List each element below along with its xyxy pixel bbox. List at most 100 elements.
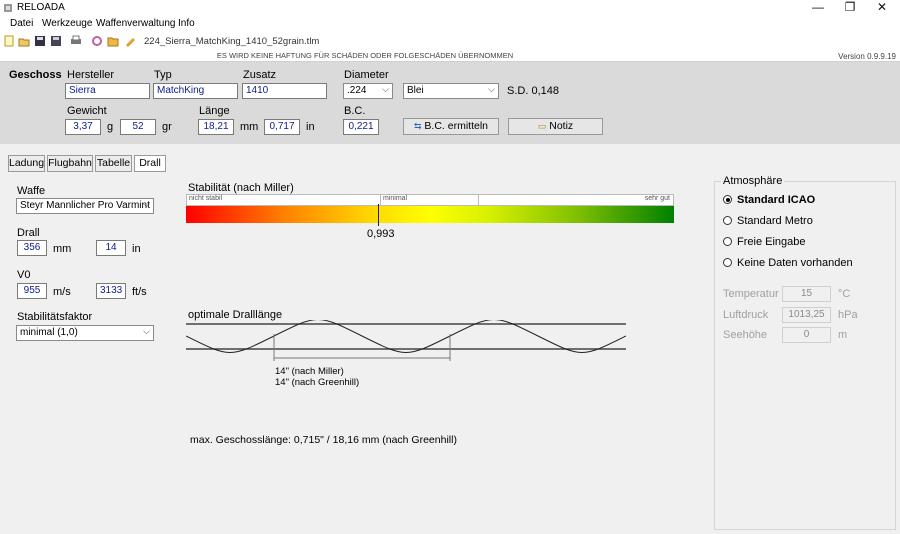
chevron-down-icon: ⌵ — [382, 84, 389, 94]
temperature-unit: °C — [838, 288, 851, 300]
option-standard-metro[interactable]: Standard Metro — [737, 215, 813, 227]
type-field[interactable]: MatchKing — [153, 83, 238, 99]
stability-factor-label: Stabilitätsfaktor — [17, 311, 93, 323]
radio-standard-icao[interactable] — [723, 195, 732, 204]
file-name: 224_Sierra_MatchKing_1410_52grain.tlm — [144, 36, 320, 47]
menu-waffenverwaltung[interactable]: Waffenverwaltung — [96, 18, 176, 29]
v0-ms-field[interactable]: 955 — [17, 283, 47, 299]
bc-calc-label: B.C. ermitteln — [424, 120, 489, 132]
twist-greenhill: 14" (nach Greenhill) — [275, 377, 360, 388]
twist-mm-field[interactable]: 356 — [17, 240, 47, 256]
length-mm-field[interactable]: 18,21 — [198, 119, 234, 135]
twist-mm-unit: mm — [53, 243, 72, 255]
chevron-down-icon: ⌵ — [488, 84, 495, 94]
disclaimer-bar: ES WIRD KEINE HAFTUNG FÜR SCHÄDEN ODER F… — [0, 50, 900, 62]
option-freie-eingabe[interactable]: Freie Eingabe — [737, 236, 806, 248]
twist-wave — [186, 320, 626, 353]
weight-g-unit: g — [107, 121, 114, 133]
app-icon — [4, 4, 12, 12]
stability-factor-value: minimal (1,0) — [20, 327, 78, 338]
twist-in-unit: in — [132, 243, 141, 255]
pressure-unit: hPa — [838, 309, 858, 321]
edit-icon[interactable] — [124, 35, 136, 47]
manufacturer-label: Hersteller — [67, 69, 115, 81]
bc-field[interactable]: 0,221 — [343, 119, 379, 135]
diameter-label: Diameter — [344, 69, 389, 81]
radio-keine-daten[interactable] — [723, 258, 732, 267]
material-select[interactable]: Blei ⌵ — [403, 83, 499, 99]
folder-icon[interactable] — [107, 35, 119, 47]
bc-calc-button[interactable]: ⇆ B.C. ermitteln — [403, 118, 499, 135]
length-mm-unit: mm — [240, 121, 259, 133]
ruler-icon: ⇆ — [413, 121, 422, 131]
menu-werkzeuge[interactable]: Werkzeuge — [42, 18, 92, 29]
settings-icon[interactable] — [91, 35, 103, 47]
stability-factor-select[interactable]: minimal (1,0) ⌵ — [16, 325, 154, 341]
temperature-field[interactable]: 15 — [782, 286, 831, 302]
minimize-button[interactable]: — — [803, 0, 833, 16]
altitude-field[interactable]: 0 — [782, 327, 831, 343]
length-in-field[interactable]: 0,717 — [264, 119, 300, 135]
zone-label-minimal: minimal — [383, 195, 408, 202]
projectile-heading: Geschoss — [9, 69, 62, 81]
weapon-select[interactable]: Steyr Mannlicher Pro Varmint ⌵ — [16, 198, 154, 214]
weight-gr-unit: gr — [162, 121, 172, 133]
altitude-unit: m — [838, 329, 848, 341]
weight-g-field[interactable]: 3,37 — [65, 119, 101, 135]
max-projectile-length: max. Geschosslänge: 0,715" / 18,16 mm (n… — [190, 434, 457, 446]
stability-marker — [378, 204, 379, 226]
suffix-label: Zusatz — [243, 69, 277, 81]
note-button[interactable]: ▭ Notiz — [508, 118, 603, 135]
tab-drall[interactable]: Drall — [134, 155, 166, 172]
manufacturer-field[interactable]: Sierra — [65, 83, 150, 99]
close-button[interactable]: ✕ — [867, 0, 897, 16]
twist-label: Drall — [17, 227, 40, 239]
length-in-unit: in — [306, 121, 315, 133]
v0-fts-field[interactable]: 3133 — [96, 283, 126, 299]
bc-label: B.C. — [344, 105, 366, 117]
weapon-label: Waffe — [17, 185, 46, 197]
window-title: RELOADA — [17, 2, 65, 13]
toolbar: 224_Sierra_MatchKing_1410_52grain.tlm — [0, 32, 900, 50]
menu-info[interactable]: Info — [178, 18, 195, 29]
option-keine-daten[interactable]: Keine Daten vorhanden — [737, 257, 853, 269]
diameter-value: .224 — [347, 85, 367, 96]
save-icon[interactable] — [34, 35, 46, 47]
altitude-label: Seehöhe — [723, 329, 768, 341]
stability-value: 0,993 — [367, 228, 395, 240]
temperature-label: Temperatur — [723, 288, 779, 300]
tab-tabelle[interactable]: Tabelle — [95, 155, 132, 172]
chevron-down-icon: ⌵ — [143, 326, 150, 336]
radio-standard-metro[interactable] — [723, 216, 732, 225]
restore-button[interactable]: ❐ — [835, 0, 865, 16]
atmosphere-panel — [714, 181, 896, 530]
print-icon[interactable] — [70, 35, 82, 47]
note-label: Notiz — [549, 120, 574, 132]
radio-freie-eingabe[interactable] — [723, 237, 732, 246]
weight-label: Gewicht — [67, 105, 107, 117]
version-label: Version 0.9.9.19 — [838, 52, 896, 61]
menu-datei[interactable]: Datei — [10, 18, 33, 29]
length-label: Länge — [199, 105, 230, 117]
save-all-icon[interactable] — [50, 35, 62, 47]
stability-title: Stabilität (nach Miller) — [188, 182, 294, 194]
pressure-field[interactable]: 1013,25 — [782, 307, 831, 323]
diameter-select[interactable]: .224 ⌵ — [343, 83, 393, 99]
weight-gr-field[interactable]: 52 — [120, 119, 156, 135]
title-bar: RELOADA — ❐ ✕ — [0, 0, 900, 16]
open-icon[interactable] — [18, 35, 30, 47]
tab-ladung[interactable]: Ladung — [8, 155, 45, 172]
suffix-field[interactable]: 1410 — [242, 83, 327, 99]
note-icon: ▭ — [537, 121, 547, 131]
twist-in-field[interactable]: 14 — [96, 240, 126, 256]
option-standard-icao[interactable]: Standard ICAO — [737, 194, 815, 206]
pressure-label: Luftdruck — [723, 309, 769, 321]
zone-divider — [380, 195, 381, 205]
v0-fts-unit: ft/s — [132, 286, 147, 298]
new-icon[interactable] — [3, 35, 15, 47]
tab-flugbahn[interactable]: Flugbahn — [47, 155, 93, 172]
stability-gradient-bar — [186, 206, 674, 223]
zone-label-good: sehr gut — [644, 195, 670, 202]
zone-divider — [478, 195, 479, 205]
zone-label-unstable: nicht stabil — [189, 195, 223, 202]
